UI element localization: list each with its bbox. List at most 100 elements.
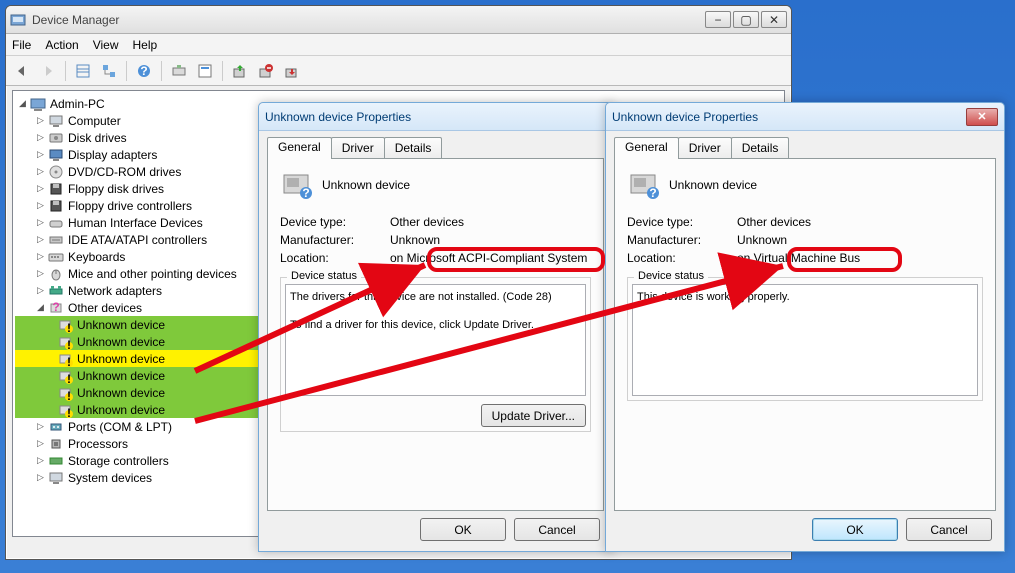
cancel-button[interactable]: Cancel (514, 518, 600, 541)
system-devices-icon (48, 470, 64, 486)
expand-icon[interactable]: ▷ (35, 234, 46, 245)
menubar: File Action View Help (6, 34, 791, 56)
close-button[interactable]: ✕ (761, 11, 787, 28)
expand-icon[interactable]: ▷ (35, 438, 46, 449)
unknown-device-icon: ! (57, 334, 73, 350)
menu-help[interactable]: Help (133, 38, 158, 52)
menu-action[interactable]: Action (45, 38, 78, 52)
help-button[interactable]: ? (132, 59, 156, 83)
properties-dialog-2[interactable]: Unknown device Properties ✕ General Driv… (605, 102, 1005, 552)
expand-icon[interactable]: ▷ (35, 200, 46, 211)
expand-icon[interactable]: ◢ (17, 98, 28, 109)
expand-icon[interactable]: ▷ (35, 217, 46, 228)
ok-button[interactable]: OK (812, 518, 898, 541)
tab-details[interactable]: Details (384, 137, 443, 159)
expand-icon[interactable]: ▷ (35, 472, 46, 483)
location-label: Location: (627, 251, 737, 265)
tab-panel-general: ? Unknown device Device type:Other devic… (267, 158, 604, 511)
disable-button[interactable] (280, 59, 304, 83)
unknown-device-icon: ! (57, 351, 73, 367)
properties-dialog-1[interactable]: Unknown device Properties General Driver… (258, 102, 613, 552)
svg-text:!: ! (67, 372, 71, 384)
tree-view-button[interactable] (97, 59, 121, 83)
location-value: on Microsoft ACPI-Compliant System (390, 251, 587, 265)
tab-details[interactable]: Details (731, 137, 790, 159)
cancel-button[interactable]: Cancel (906, 518, 992, 541)
device-status-group: Device status The drivers for this devic… (280, 277, 591, 432)
collapse-icon[interactable]: ◢ (35, 302, 46, 313)
expand-icon[interactable]: ▷ (35, 149, 46, 160)
tab-general[interactable]: General (614, 137, 679, 159)
tab-general[interactable]: General (267, 137, 332, 159)
ok-button[interactable]: OK (420, 518, 506, 541)
expand-icon[interactable]: ▷ (35, 183, 46, 194)
device-name: Unknown device (322, 178, 410, 192)
processor-icon (48, 436, 64, 452)
detail-view-button[interactable] (71, 59, 95, 83)
mouse-icon (48, 266, 64, 282)
unknown-device-icon: ! (57, 368, 73, 384)
device-name: Unknown device (669, 178, 757, 192)
unknown-device-icon: ! (57, 317, 73, 333)
manufacturer-label: Manufacturer: (627, 233, 737, 247)
update-driver-button[interactable] (228, 59, 252, 83)
dvd-icon (48, 164, 64, 180)
manufacturer-value: Unknown (390, 233, 440, 247)
tab-driver[interactable]: Driver (678, 137, 732, 159)
expand-icon[interactable]: ▷ (35, 285, 46, 296)
minimize-button[interactable]: − (705, 11, 731, 28)
dialog-titlebar[interactable]: Unknown device Properties (259, 103, 612, 131)
toolbar-separator (65, 61, 66, 81)
computer-icon (30, 96, 46, 112)
computer-cat-icon (48, 113, 64, 129)
svg-text:!: ! (67, 338, 71, 350)
close-button[interactable]: ✕ (966, 108, 998, 126)
manufacturer-label: Manufacturer: (280, 233, 390, 247)
expand-icon[interactable]: ▷ (35, 268, 46, 279)
uninstall-button[interactable] (254, 59, 278, 83)
dialog-title: Unknown device Properties (612, 110, 966, 124)
update-driver-button[interactable]: Update Driver... (481, 404, 586, 427)
toolbar-separator (161, 61, 162, 81)
device-type-value: Other devices (737, 215, 811, 229)
menu-file[interactable]: File (12, 38, 31, 52)
expand-icon[interactable]: ▷ (35, 251, 46, 262)
expand-icon[interactable]: ▷ (35, 455, 46, 466)
network-icon (48, 283, 64, 299)
device-type-label: Device type: (280, 215, 390, 229)
toolbar-separator (126, 61, 127, 81)
tab-panel-general: ? Unknown device Device type:Other devic… (614, 158, 996, 511)
expand-icon[interactable]: ▷ (35, 115, 46, 126)
device-status-group: Device status This device is working pro… (627, 277, 983, 401)
floppy-icon (48, 181, 64, 197)
device-type-value: Other devices (390, 215, 464, 229)
expand-icon[interactable]: ▷ (35, 166, 46, 177)
forward-button[interactable] (36, 59, 60, 83)
menu-view[interactable]: View (93, 38, 119, 52)
location-value: on Virtual Machine Bus (737, 251, 860, 265)
svg-text:!: ! (67, 406, 71, 418)
tab-driver[interactable]: Driver (331, 137, 385, 159)
device-status-box[interactable]: This device is working properly. (632, 284, 978, 396)
back-button[interactable] (10, 59, 34, 83)
storage-controller-icon (48, 453, 64, 469)
device-status-legend: Device status (287, 270, 361, 282)
device-status-box[interactable]: The drivers for this device are not inst… (285, 284, 586, 396)
properties-button[interactable] (193, 59, 217, 83)
ide-icon (48, 232, 64, 248)
toolbar: ? (6, 56, 791, 86)
floppy-controller-icon (48, 198, 64, 214)
expand-icon[interactable]: ▷ (35, 132, 46, 143)
dialog-titlebar[interactable]: Unknown device Properties ✕ (606, 103, 1004, 131)
scan-hardware-button[interactable] (167, 59, 191, 83)
expand-icon[interactable]: ▷ (35, 421, 46, 432)
svg-text:?: ? (140, 64, 147, 78)
svg-text:!: ! (67, 355, 71, 367)
device-big-icon: ? (627, 169, 659, 201)
other-devices-icon: ? (48, 300, 64, 316)
device-status-legend: Device status (634, 270, 708, 282)
maximize-button[interactable]: ▢ (733, 11, 759, 28)
hid-icon (48, 215, 64, 231)
titlebar[interactable]: Device Manager − ▢ ✕ (6, 6, 791, 34)
keyboard-icon (48, 249, 64, 265)
